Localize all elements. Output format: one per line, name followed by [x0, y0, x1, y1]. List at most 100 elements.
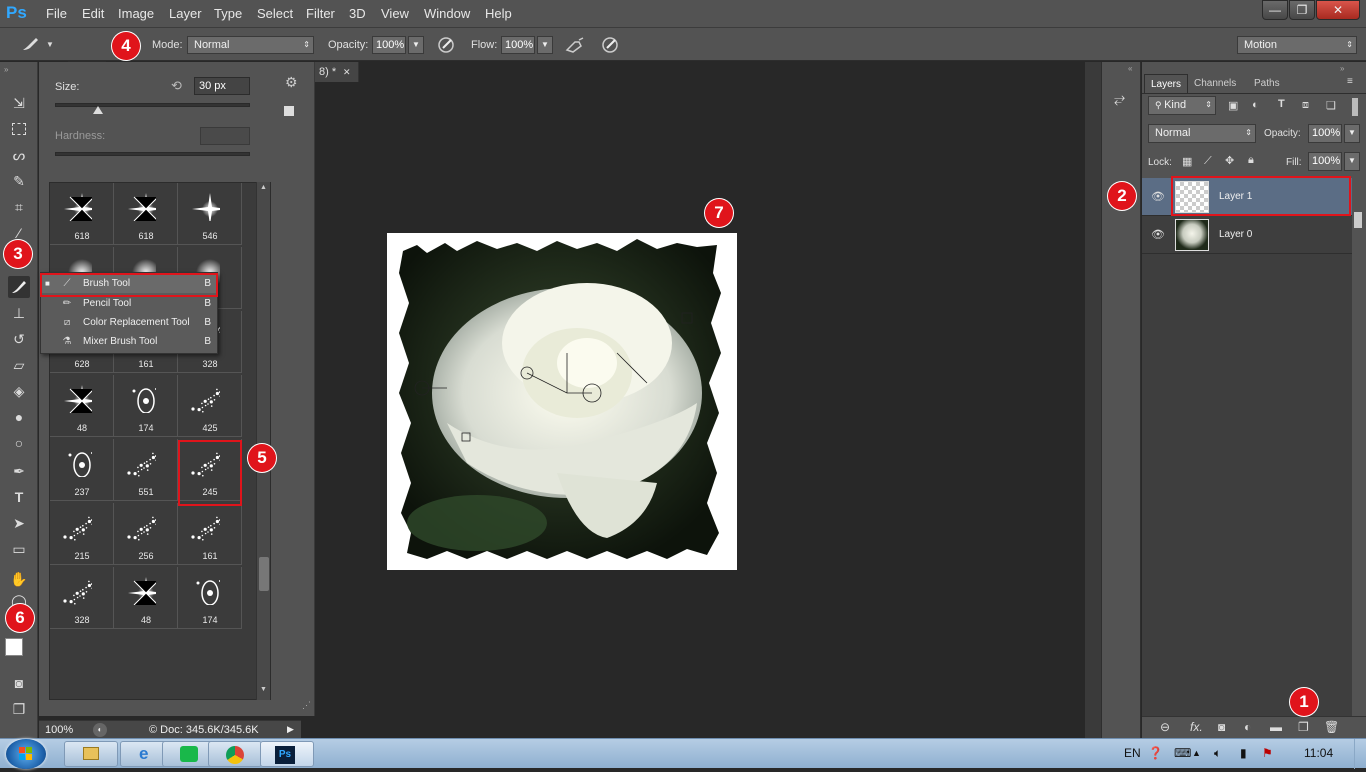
brush-preset[interactable]: 215: [50, 503, 114, 565]
show-hidden-icons-icon[interactable]: ▲: [1192, 748, 1201, 758]
layer-opacity-input[interactable]: 100%: [1308, 124, 1342, 143]
new-group-icon[interactable]: ▬: [1270, 720, 1282, 734]
action-center-icon[interactable]: ⚑: [1262, 746, 1273, 760]
adjustment-layer-icon[interactable]: ◐: [1244, 720, 1251, 734]
layer-filter-dropdown[interactable]: ⚲ Kind⇕: [1148, 96, 1216, 115]
size-slider[interactable]: [55, 103, 250, 107]
keyboard-icon[interactable]: ⌨: [1174, 746, 1191, 760]
path-selection-tool-icon[interactable]: ➤: [8, 512, 30, 534]
menu-edit[interactable]: Edit: [82, 6, 104, 21]
quick-mask-icon[interactable]: ◙: [8, 672, 30, 694]
status-arrow-icon[interactable]: ▶: [287, 724, 294, 735]
tab-paths[interactable]: Paths: [1248, 74, 1286, 93]
document-canvas[interactable]: [387, 233, 737, 570]
clone-stamp-tool-icon[interactable]: ⊥: [8, 302, 30, 324]
brush-preset[interactable]: 48: [50, 375, 114, 437]
layer-style-icon[interactable]: fx.: [1190, 720, 1203, 734]
start-button[interactable]: [6, 739, 46, 769]
language-indicator[interactable]: EN: [1124, 746, 1141, 760]
menu-view[interactable]: View: [381, 6, 409, 21]
menu-layer[interactable]: Layer: [169, 6, 202, 21]
screen-mode-icon[interactable]: ❐: [8, 698, 30, 720]
opacity-input[interactable]: 100%: [372, 36, 406, 54]
reset-size-icon[interactable]: ⟲: [171, 78, 182, 94]
collapse-icon[interactable]: «: [1128, 64, 1132, 73]
status-menu-icon[interactable]: ◐: [93, 723, 107, 737]
pressure-opacity-icon[interactable]: [436, 36, 456, 57]
filter-toggle[interactable]: [1352, 98, 1358, 116]
fill-dropdown-icon[interactable]: ▼: [1344, 152, 1360, 171]
flow-dropdown-icon[interactable]: ▼: [537, 36, 553, 54]
history-panel-icon[interactable]: ⥂: [1114, 90, 1125, 107]
brush-preset[interactable]: 161: [178, 503, 242, 565]
blur-tool-icon[interactable]: ●: [8, 406, 30, 428]
restore-button[interactable]: ❐: [1289, 0, 1315, 20]
pressure-size-icon[interactable]: [600, 36, 620, 57]
menu-filter[interactable]: Filter: [306, 6, 335, 21]
tab-layers[interactable]: Layers: [1144, 74, 1188, 93]
taskbar-explorer[interactable]: [64, 741, 118, 767]
scroll-up-icon[interactable]: ▲: [260, 184, 267, 191]
move-tool-icon[interactable]: ⇲: [8, 92, 30, 114]
lock-all-icon[interactable]: 🔒︎: [1248, 154, 1254, 167]
flyout-mixer-brush-tool[interactable]: ⚗ Mixer Brush Tool B: [41, 332, 217, 351]
visibility-eye-icon[interactable]: 👁︎: [1151, 228, 1165, 241]
gear-icon[interactable]: ⚙: [285, 74, 298, 91]
visibility-eye-icon[interactable]: 👁︎: [1151, 190, 1165, 203]
brush-preset[interactable]: 174: [178, 567, 242, 629]
brush-preset[interactable]: 256: [114, 503, 178, 565]
menu-help[interactable]: Help: [485, 6, 512, 21]
brush-preset[interactable]: 551: [114, 439, 178, 501]
brush-preset[interactable]: 328: [50, 567, 114, 629]
chevron-down-icon[interactable]: ▼: [46, 40, 54, 49]
clock[interactable]: 11:04: [1304, 746, 1333, 760]
menu-window[interactable]: Window: [424, 6, 470, 21]
fill-input[interactable]: 100%: [1308, 152, 1342, 171]
mode-dropdown[interactable]: Normal⇕: [187, 36, 314, 54]
flyout-color-replacement-tool[interactable]: ⧄ Color Replacement Tool B: [41, 313, 217, 332]
size-input[interactable]: 30 px: [194, 77, 250, 95]
lasso-tool-icon[interactable]: ᔕ: [8, 144, 30, 166]
show-desktop-button[interactable]: [1354, 739, 1366, 769]
history-brush-tool-icon[interactable]: ↺: [8, 328, 30, 350]
brush-preset[interactable]: 237: [50, 439, 114, 501]
marquee-tool-icon[interactable]: [8, 118, 30, 140]
hand-tool-icon[interactable]: ✋: [8, 568, 30, 590]
brush-preset[interactable]: 618: [114, 183, 178, 245]
quick-selection-tool-icon[interactable]: ✎: [8, 170, 30, 192]
rectangle-tool-icon[interactable]: ▭: [8, 538, 30, 560]
layer-row-0[interactable]: 👁︎ Layer 0: [1142, 216, 1352, 254]
resize-grip-icon[interactable]: ⋰: [302, 700, 311, 711]
lock-position-icon[interactable]: ✥: [1225, 154, 1234, 167]
scroll-thumb[interactable]: [259, 557, 269, 591]
airbrush-icon[interactable]: [565, 36, 585, 57]
collapse-icon[interactable]: »: [4, 65, 8, 74]
pixel-filter-icon[interactable]: ▣: [1228, 99, 1238, 112]
menu-type[interactable]: Type: [214, 6, 242, 21]
new-layer-icon[interactable]: ❐: [1298, 720, 1309, 734]
menu-select[interactable]: Select: [257, 6, 293, 21]
paint-bucket-tool-icon[interactable]: ◈: [8, 380, 30, 402]
scroll-down-icon[interactable]: ▼: [260, 686, 267, 693]
brush-preset[interactable]: 546: [178, 183, 242, 245]
taskbar-chrome[interactable]: [208, 741, 262, 767]
type-filter-icon[interactable]: T: [1278, 98, 1285, 110]
shape-filter-icon[interactable]: ⧈: [1302, 99, 1309, 112]
eraser-tool-icon[interactable]: ▱: [8, 354, 30, 376]
crop-tool-icon[interactable]: ⌗: [8, 196, 30, 218]
lock-image-icon[interactable]: ⟋: [1204, 155, 1212, 168]
layers-scroll-thumb[interactable]: [1354, 212, 1362, 228]
canvas-area[interactable]: [315, 82, 1085, 720]
panel-menu-icon[interactable]: ≡: [1347, 76, 1353, 87]
menu-file[interactable]: File: [46, 6, 67, 21]
blend-mode-dropdown[interactable]: Normal⇕: [1148, 124, 1256, 143]
new-preset-icon[interactable]: [284, 106, 294, 116]
workspace-dropdown[interactable]: Motion⇕: [1237, 36, 1357, 54]
adjustment-filter-icon[interactable]: ◐: [1252, 99, 1259, 111]
opacity-dropdown-icon[interactable]: ▼: [408, 36, 424, 54]
link-layers-icon[interactable]: ⊖: [1160, 720, 1170, 734]
type-tool-icon[interactable]: T: [8, 486, 30, 508]
volume-icon[interactable]: 🔈︎: [1214, 746, 1221, 761]
brush-preset-icon[interactable]: [18, 36, 42, 55]
close-icon[interactable]: ✕: [343, 62, 351, 82]
